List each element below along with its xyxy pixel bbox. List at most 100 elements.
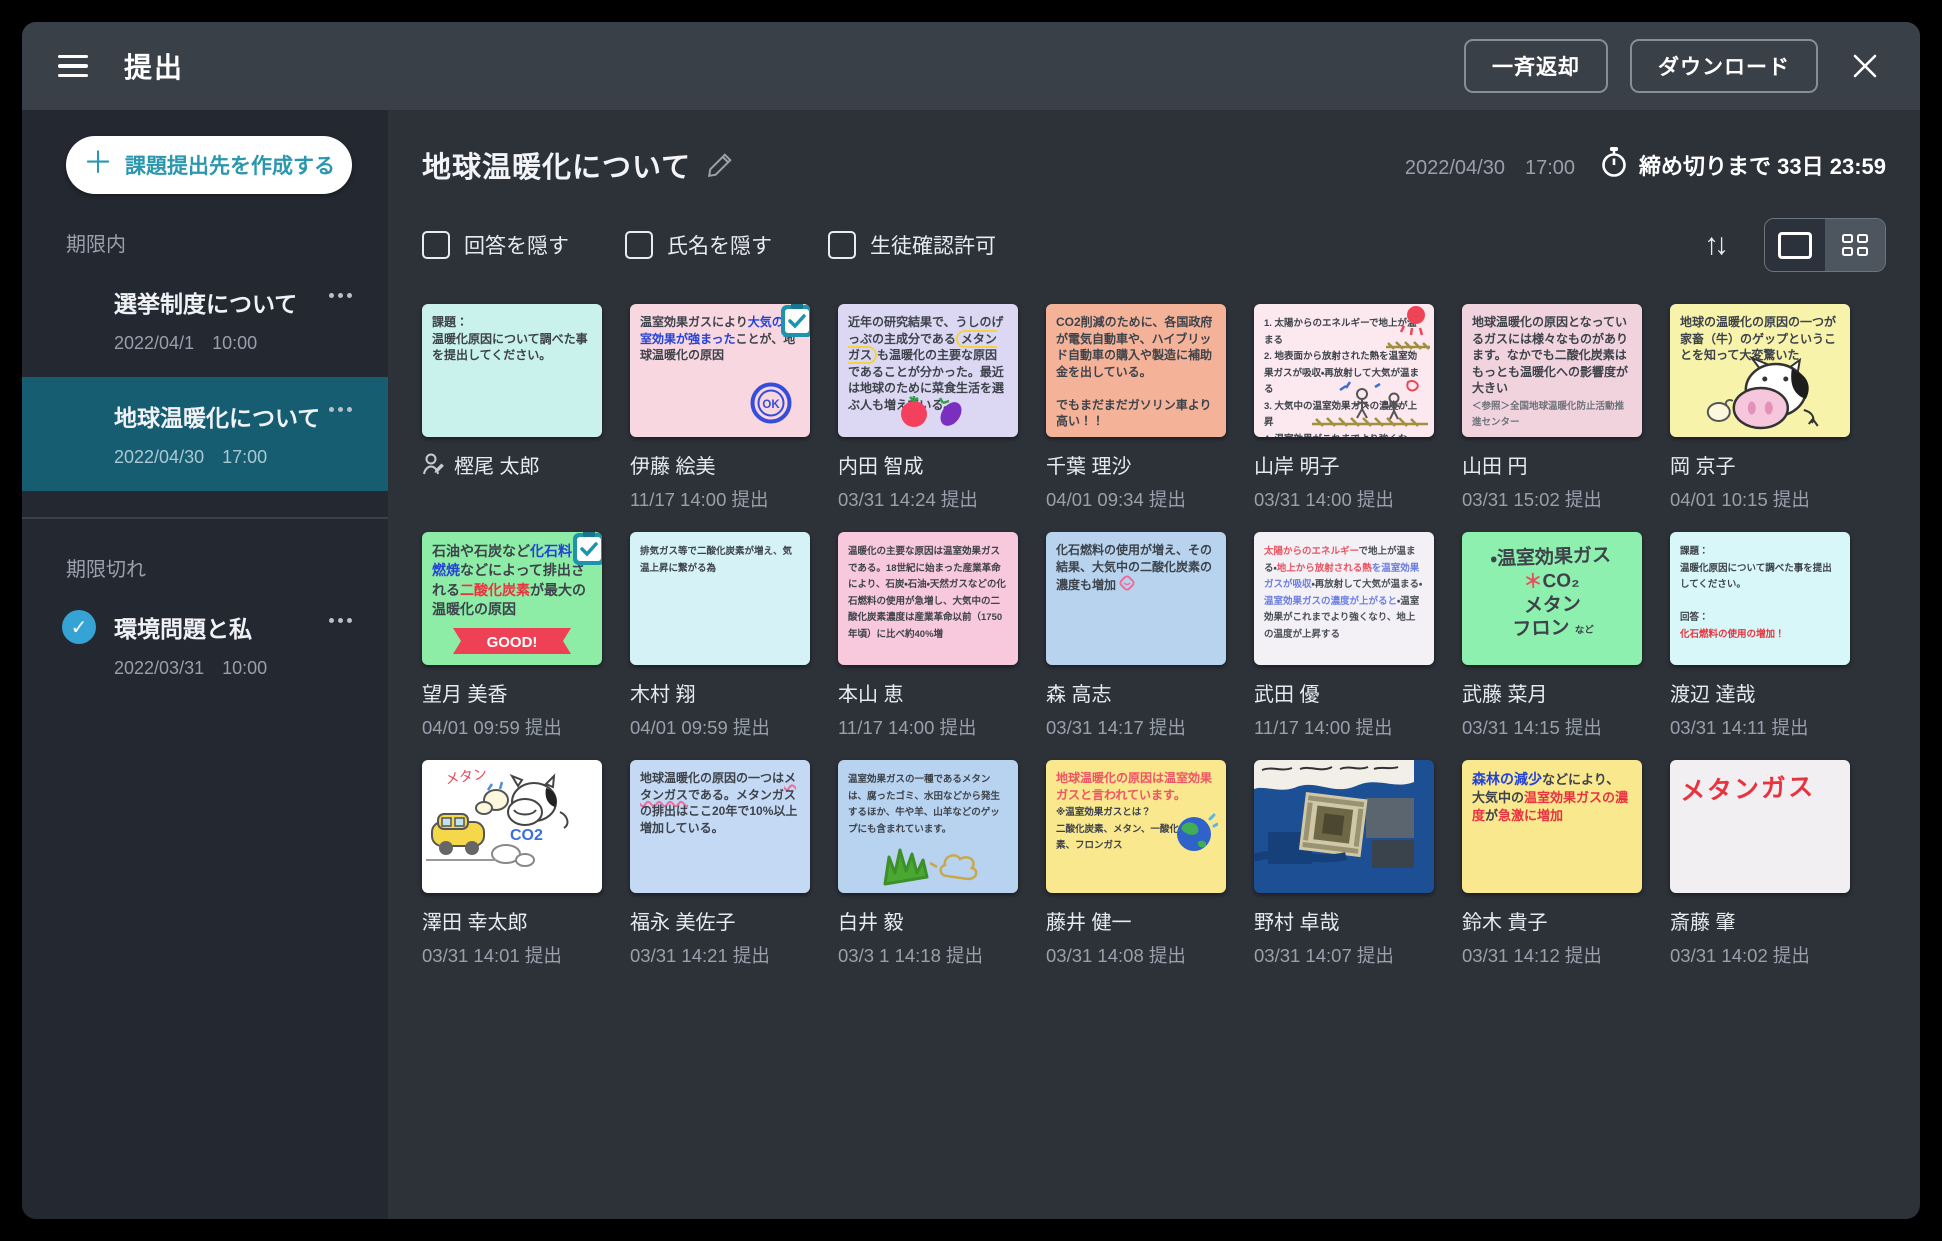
- note-text: 地球温暖化の原因となっているガスには様々なものがあります。なかでも二酸化炭素はも…: [1472, 314, 1632, 430]
- more-options-icon[interactable]: [325, 289, 356, 302]
- student-name: 野村 卓哉: [1254, 906, 1340, 935]
- cow-decoration: [1705, 352, 1825, 437]
- note-text: 地球温暖化の原因の一つはメタンガスである。メタンガスの排出はここ20年で10%以…: [640, 770, 800, 836]
- view-toggle: [1764, 218, 1886, 272]
- submission-card[interactable]: 近年の研究結果で、うしのげっぷの主成分であるメタンガスも温暖化の主要な原因である…: [838, 304, 1018, 512]
- sort-order-icon[interactable]: ↑↓: [1704, 228, 1724, 262]
- more-options-icon[interactable]: [325, 614, 356, 627]
- student-name: 山岸 明子: [1254, 450, 1340, 479]
- note-text: 温暖化の主要な原因は温室効果ガスである。18世紀に始まった産業革命により、石炭・…: [848, 542, 1008, 641]
- submission-card[interactable]: メタンガス 斎藤 肇 03/31 14:02 提出: [1670, 760, 1850, 968]
- return-all-button[interactable]: 一斉返却: [1464, 39, 1608, 93]
- submission-card[interactable]: CO2削減のために、各国政府が電気自動車や、ハイブリッド自動車の購入や製造に補助…: [1046, 304, 1226, 512]
- assignment-date: 2022/04/1 10:00: [114, 329, 352, 355]
- submission-card[interactable]: 地球温暖化の原因となっているガスには様々なものがあります。なかでも二酸化炭素はも…: [1462, 304, 1642, 512]
- submission-note-thumbnail[interactable]: 近年の研究結果で、うしのげっぷの主成分であるメタンガスも温暖化の主要な原因である…: [838, 304, 1018, 437]
- hide-answers-checkbox[interactable]: 回答を隠す: [422, 230, 569, 260]
- student-name: 岡 京子: [1670, 450, 1736, 479]
- hide-names-checkbox[interactable]: 氏名を隠す: [625, 230, 772, 260]
- section-label-expired: 期限切れ: [66, 553, 388, 582]
- student-name: 本山 恵: [838, 678, 904, 707]
- sidebar-divider: [22, 517, 388, 519]
- submission-note-thumbnail[interactable]: 石油や石炭など化石料の燃焼などによって排出される二酸化炭素が最大の温暖化の原因 …: [422, 532, 602, 665]
- submission-card[interactable]: 課題： 温暖化原因について調べた事を提出してください。 回答： 化石燃料の使用の…: [1670, 532, 1850, 740]
- assignment-date: 2022/03/31 10:00: [114, 654, 352, 680]
- sidebar-item-global-warming[interactable]: 地球温暖化について 2022/04/30 17:00: [22, 377, 388, 491]
- sidebar-item-environment[interactable]: ✓ 環境問題と私 2022/03/31 10:00: [22, 588, 388, 702]
- sidebar-item-election[interactable]: 選挙制度について 2022/04/1 10:00: [22, 263, 388, 377]
- submission-card[interactable]: ・温室効果ガス ＊CO₂ メタン フロン など 武藤 菜月 03/31 14:1…: [1462, 532, 1642, 740]
- submission-note-thumbnail[interactable]: 課題： 温暖化原因について調べた事を提出してください。 回答： 化石燃料の使用の…: [1670, 532, 1850, 665]
- submission-time: 03/31 14:01 提出: [422, 942, 602, 968]
- submission-card[interactable]: 森林の減少などにより、大気中の温室効果ガスの濃度が急激に増加 鈴木 貴子 03/…: [1462, 760, 1642, 968]
- submission-note-thumbnail[interactable]: 地球温暖化の原因の一つはメタンガスである。メタンガスの排出はここ20年で10%以…: [630, 760, 810, 893]
- create-assignment-button[interactable]: ＋ 課題提出先を作成する: [66, 136, 352, 194]
- submission-note-thumbnail[interactable]: 太陽からのエネルギーで地上が温まる・地上から放射される熱を温室効果ガスが吸収・再…: [1254, 532, 1434, 665]
- submission-card[interactable]: 地球温暖化の原因の一つはメタンガスである。メタンガスの排出はここ20年で10%以…: [630, 760, 810, 968]
- more-options-icon[interactable]: [325, 403, 356, 416]
- teacher-icon: [422, 452, 444, 477]
- submission-note-thumbnail[interactable]: ・温室効果ガス ＊CO₂ メタン フロン など: [1462, 532, 1642, 665]
- stick-figures-decoration: [1310, 378, 1430, 435]
- grid-view-icon: [1842, 234, 1868, 256]
- note-text: 石油や石炭など化石料の燃焼などによって排出される二酸化炭素が最大の温暖化の原因: [432, 542, 592, 619]
- grid-view-button[interactable]: [1825, 219, 1885, 271]
- submission-card[interactable]: 化石燃料の使用が増え、その結果、大気中の二酸化炭素の濃度も増加 森 高志 03/…: [1046, 532, 1226, 740]
- submission-note-thumbnail[interactable]: 課題： 温暖化原因について調べた事を提出してください。: [422, 304, 602, 437]
- submission-note-thumbnail[interactable]: [1254, 760, 1434, 893]
- submissions-panel: 地球温暖化について 2022/04/30 17:00 締め切りまで 33日 23…: [388, 110, 1920, 1219]
- submission-note-thumbnail[interactable]: 化石燃料の使用が増え、その結果、大気中の二酸化炭素の濃度も増加: [1046, 532, 1226, 665]
- checked-circle-icon: ✓: [62, 610, 96, 644]
- submission-time: 03/31 14:02 提出: [1670, 942, 1850, 968]
- submission-note-thumbnail[interactable]: メタンガス: [1670, 760, 1850, 893]
- submission-card[interactable]: 石油や石炭など化石料の燃焼などによって排出される二酸化炭素が最大の温暖化の原因 …: [422, 532, 602, 740]
- note-text: ・温室効果ガス ＊CO₂ メタン フロン など: [1470, 543, 1633, 644]
- submission-card[interactable]: 野村 卓哉 03/31 14:07 提出: [1254, 760, 1434, 968]
- student-name: 武田 優: [1254, 678, 1320, 707]
- submission-card[interactable]: 地球温暖化の原因は温室効果ガスと言われています。 ※温室効果ガスとは？ 二酸化炭…: [1046, 760, 1226, 968]
- stopwatch-icon: [1601, 147, 1627, 183]
- submission-card[interactable]: 温暖化の主要な原因は温室効果ガスである。18世紀に始まった産業革命により、石炭・…: [838, 532, 1018, 740]
- checkbox-icon: [828, 231, 856, 259]
- download-button[interactable]: ダウンロード: [1630, 39, 1818, 93]
- submission-time: 11/17 14:00 提出: [1254, 714, 1434, 740]
- note-text: 課題： 温暖化原因について調べた事を提出してください。 回答： 化石燃料の使用の…: [1680, 542, 1840, 641]
- submission-note-thumbnail[interactable]: 排気ガス等で二酸化炭素が増え、気温上昇に繋がる為: [630, 532, 810, 665]
- close-icon[interactable]: [1852, 53, 1878, 79]
- submission-card[interactable]: 温室効果ガスにより大気の温室効果が強まったことが、地球温暖化の原因 OK 伊藤 …: [630, 304, 810, 512]
- submission-card[interactable]: メタンCO2 澤田 幸太郎 03/31 14:01 提出: [422, 760, 602, 968]
- submission-note-thumbnail[interactable]: メタンCO2: [422, 760, 602, 893]
- submission-note-thumbnail[interactable]: CO2削減のために、各国政府が電気自動車や、ハイブリッド自動車の購入や製造に補助…: [1046, 304, 1226, 437]
- student-name: 樫尾 太郎: [454, 450, 540, 479]
- checkbox-icon: [422, 231, 450, 259]
- submission-card[interactable]: 太陽からのエネルギーで地上が温まる・地上から放射される熱を温室効果ガスが吸収・再…: [1254, 532, 1434, 740]
- submission-note-thumbnail[interactable]: 地球温暖化の原因となっているガスには様々なものがあります。なかでも二酸化炭素はも…: [1462, 304, 1642, 437]
- submission-card[interactable]: 1. 太陽からのエネルギーで地上が温まる 2. 地表面から放射された熱を温室効果…: [1254, 304, 1434, 512]
- submission-card[interactable]: 温室効果ガスの一種であるメタンは、腐ったゴミ、水田などから発生するほか、牛や羊、…: [838, 760, 1018, 968]
- note-text: 温室効果ガスにより大気の温室効果が強まったことが、地球温暖化の原因: [640, 314, 800, 364]
- assignment-page-title: 地球温暖化について: [422, 144, 691, 186]
- submission-time: 04/01 10:15 提出: [1670, 486, 1850, 512]
- note-text: 化石燃料の使用が増え、その結果、大気中の二酸化炭素の濃度も増加: [1056, 542, 1216, 594]
- submission-note-thumbnail[interactable]: 地球温暖化の原因は温室効果ガスと言われています。 ※温室効果ガスとは？ 二酸化炭…: [1046, 760, 1226, 893]
- student-name: 渡辺 達哉: [1670, 678, 1756, 707]
- earth-decoration: [1172, 812, 1218, 859]
- student-name: 内田 智成: [838, 450, 924, 479]
- hamburger-menu-icon[interactable]: [58, 55, 88, 78]
- student-confirm-checkbox[interactable]: 生徒確認許可: [828, 230, 996, 260]
- submission-note-thumbnail[interactable]: 温暖化の主要な原因は温室効果ガスである。18世紀に始まった産業革命により、石炭・…: [838, 532, 1018, 665]
- note-text: 温室効果ガスの一種であるメタンは、腐ったゴミ、水田などから発生するほか、牛や羊、…: [848, 770, 1008, 836]
- submission-card[interactable]: 排気ガス等で二酸化炭素が増え、気温上昇に繋がる為 木村 翔 04/01 09:5…: [630, 532, 810, 740]
- submissions-grid: 課題： 温暖化原因について調べた事を提出してください。 樫尾 太郎 温室効果ガス…: [422, 304, 1886, 968]
- submission-card[interactable]: 地球の温暖化の原因の一つが家畜（牛）のゲップということを知って大変驚いた 岡 京…: [1670, 304, 1850, 512]
- submission-card[interactable]: 課題： 温暖化原因について調べた事を提出してください。 樫尾 太郎: [422, 304, 602, 512]
- submission-note-thumbnail[interactable]: 森林の減少などにより、大気中の温室効果ガスの濃度が急激に増加: [1462, 760, 1642, 893]
- assignment-title: 選挙制度について: [114, 285, 352, 319]
- edit-pencil-icon[interactable]: [707, 152, 733, 178]
- due-date: 2022/04/30 17:00: [1405, 151, 1575, 180]
- single-view-button[interactable]: [1765, 219, 1825, 271]
- submission-note-thumbnail[interactable]: 1. 太陽からのエネルギーで地上が温まる 2. 地表面から放射された熱を温室効果…: [1254, 304, 1434, 437]
- submission-note-thumbnail[interactable]: 温室効果ガスにより大気の温室効果が強まったことが、地球温暖化の原因 OK: [630, 304, 810, 437]
- submission-note-thumbnail[interactable]: 地球の温暖化の原因の一つが家畜（牛）のゲップということを知って大変驚いた: [1670, 304, 1850, 437]
- submission-note-thumbnail[interactable]: 温室効果ガスの一種であるメタンは、腐ったゴミ、水田などから発生するほか、牛や羊、…: [838, 760, 1018, 893]
